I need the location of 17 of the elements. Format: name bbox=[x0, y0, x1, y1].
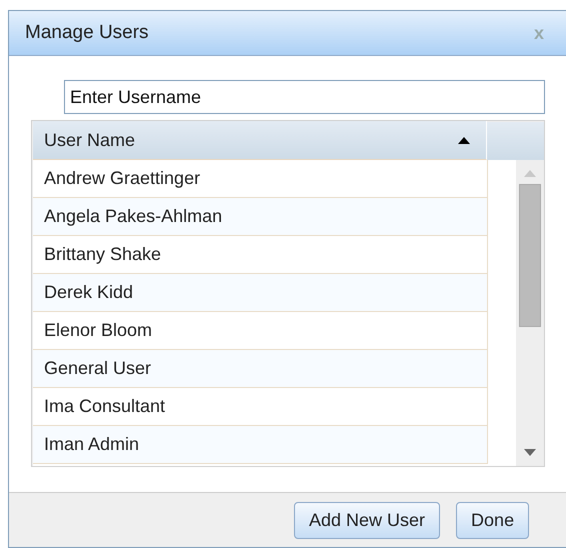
dialog-button[interactable]: Add New User bbox=[294, 502, 440, 538]
window-title: Manage Users bbox=[25, 20, 149, 45]
column-header[interactable]: User Name bbox=[33, 121, 487, 160]
scroll-thumb[interactable] bbox=[519, 184, 541, 327]
username-field[interactable]: Enter Username bbox=[64, 80, 545, 114]
user-row[interactable]: Elenor Bloom bbox=[33, 312, 488, 350]
header-filler bbox=[487, 122, 544, 160]
user-row[interactable]: Andrew Graettinger bbox=[33, 160, 488, 198]
user-row[interactable]: Brittany Shake bbox=[33, 236, 488, 274]
user-row[interactable]: Derek Kidd bbox=[33, 274, 488, 312]
scroll-up-icon[interactable] bbox=[524, 170, 536, 177]
dialog-button[interactable]: Done bbox=[456, 502, 530, 538]
user-row[interactable]: Ima Consultant bbox=[33, 388, 488, 426]
scroll-down-icon[interactable] bbox=[524, 449, 536, 456]
user-row[interactable]: Iman Admin bbox=[33, 426, 488, 464]
user-row[interactable]: General User bbox=[33, 350, 488, 388]
user-row[interactable]: Angela Pakes-Ahlman bbox=[33, 198, 488, 236]
